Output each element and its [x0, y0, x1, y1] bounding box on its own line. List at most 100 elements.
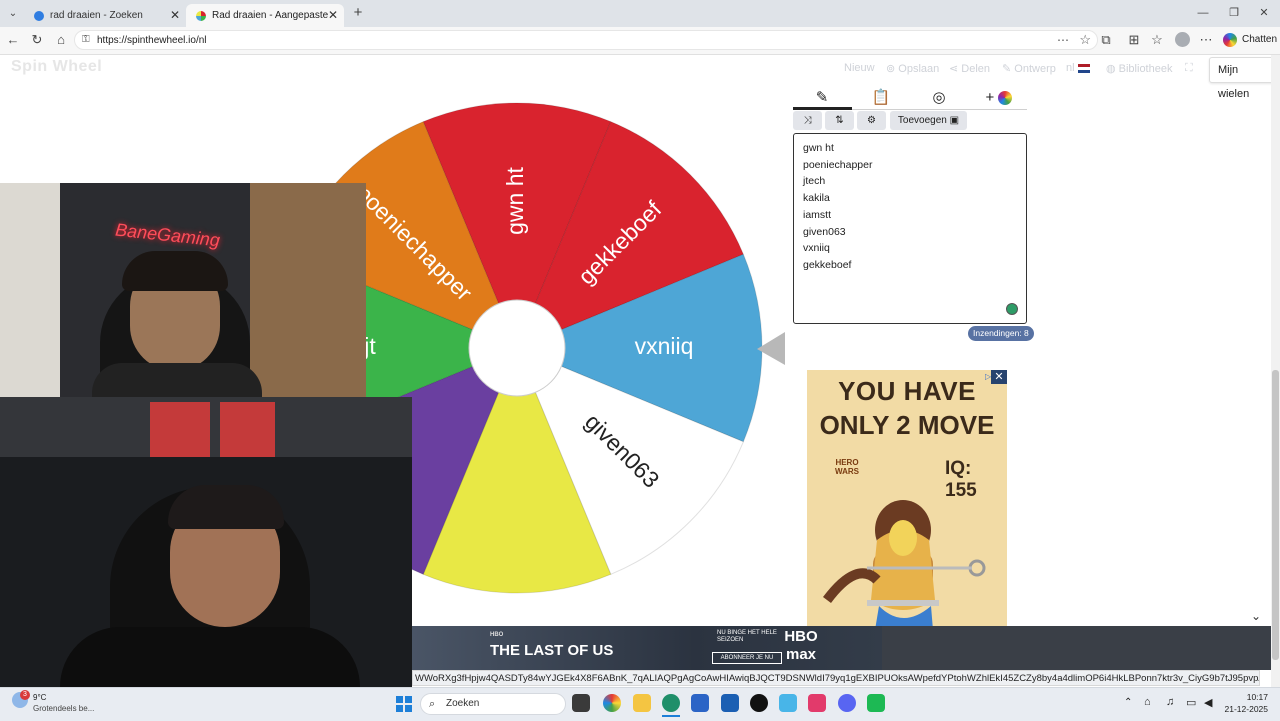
tray-camera-icon[interactable]: ⌂ [1144, 696, 1151, 708]
restore-icon[interactable]: ❐ [1225, 4, 1243, 22]
chat-button[interactable]: Chatten [1242, 34, 1277, 45]
app-green-icon[interactable] [867, 694, 885, 712]
split-screen-icon[interactable]: ⊞ [1125, 31, 1143, 49]
nav-library[interactable]: ◍ Bibliotheek [1106, 62, 1172, 75]
nav-library-label: Bibliotheek [1118, 63, 1173, 75]
new-tab-button[interactable]: + [349, 4, 367, 22]
banner-cta-button[interactable]: ABONNEER JE NU [712, 652, 782, 664]
site-info-icon[interactable]: ⚿ [82, 34, 90, 45]
add-image-button[interactable]: Toevoegen ▣ [890, 111, 967, 130]
twitch-tool-icon[interactable] [808, 694, 826, 712]
site-logo[interactable]: Spin Wheel [11, 58, 102, 76]
hbo-small-logo: HBO [490, 632, 504, 638]
store-icon[interactable] [691, 694, 709, 712]
minimize-icon[interactable]: — [1194, 4, 1212, 22]
nav-share-label: Delen [961, 63, 991, 75]
extensions-icon[interactable]: ⧉ [1097, 31, 1115, 49]
webcam-wall [0, 183, 60, 397]
clock-time[interactable]: 10:17 [1230, 692, 1268, 702]
weather-badge: 3 [20, 690, 30, 700]
close-tab-icon[interactable]: ✕ [328, 8, 338, 22]
settings-gear-icon[interactable]: ⚙ [857, 111, 886, 130]
close-window-icon[interactable]: ✕ [1255, 4, 1273, 22]
taskbar-search[interactable]: ⌕ Zoeken [420, 693, 566, 715]
weather-temp: 9°C [33, 693, 47, 702]
nav-save-label: Opslaan [898, 63, 940, 75]
active-app-indicator [662, 715, 680, 717]
entry-line: iamstt [803, 208, 832, 221]
add-button-label: Toevoegen [897, 115, 947, 126]
edge-browser-icon[interactable] [662, 694, 680, 712]
ad-choices-icon[interactable]: ▷ [985, 372, 991, 381]
nav-design[interactable]: ✎ Ontwerp [1002, 62, 1056, 75]
hbo-banner-ad[interactable]: HBO THE LAST OF US NU BINGE HET HELE SEI… [412, 626, 1280, 670]
entries-textarea[interactable]: gwn ht poeniechapper jtech kakila iamstt… [793, 133, 1027, 324]
copilot-icon[interactable] [1223, 33, 1237, 47]
tab-label: Rad draaien - Aangepaste Picker v [212, 10, 330, 21]
nav-language-label: nl [1066, 62, 1075, 74]
webcam-bottom [0, 397, 412, 687]
fullscreen-icon[interactable]: ⛶ [1185, 62, 1193, 75]
url-text: https://spinthewheel.io/nl [97, 34, 207, 46]
dutch-flag-icon [1077, 63, 1090, 73]
file-explorer-icon[interactable] [633, 694, 651, 712]
nav-save[interactable]: ⊚ Opslaan [886, 62, 939, 75]
banner-promo: NU BINGE HET HELE SEIZOEN [717, 630, 777, 643]
status-url-tooltip: WWoRXg3fHpjw4QASDTy84wYJGEk4X8F6ABnK_7qA… [412, 670, 1260, 686]
weather-desc: Grotendeels be... [33, 704, 95, 713]
grammarly-icon[interactable] [1006, 303, 1018, 315]
scroll-down-chevron-icon[interactable]: ⌄ [1251, 609, 1261, 623]
tab-actions-chevron-icon[interactable]: ⌄ [4, 5, 22, 23]
hero-wars-logo: HERO WARS [835, 458, 859, 476]
refresh-icon[interactable]: ↻ [28, 31, 46, 49]
tray-volume-icon[interactable]: ◀ [1204, 696, 1212, 709]
back-icon[interactable]: ← [4, 31, 22, 49]
close-tab-icon[interactable]: ✕ [170, 8, 180, 22]
outlook-icon[interactable] [721, 694, 739, 712]
red-jersey [220, 402, 275, 457]
discord-icon[interactable] [838, 694, 856, 712]
red-jersey [150, 402, 210, 457]
task-view-icon[interactable] [572, 694, 590, 712]
tab-add-color-icon[interactable]: + [970, 86, 1028, 110]
nav-new[interactable]: Nieuw [844, 62, 875, 74]
color-wheel-icon [998, 91, 1013, 106]
scrollbar-thumb[interactable] [1272, 370, 1279, 660]
image-icon: ▣ [949, 115, 960, 126]
home-icon[interactable]: ⌂ [52, 31, 70, 49]
entry-line: poeniechapper [803, 158, 873, 171]
nav-share[interactable]: ⋖ Delen [949, 62, 990, 75]
entry-line: vxniiq [803, 242, 830, 255]
tab-edit-pencil-icon[interactable]: ✎ [793, 86, 851, 110]
tab-spin-wheel[interactable]: Rad draaien - Aangepaste Picker v ✕ [186, 4, 344, 27]
neon-sign: BaneGaming [114, 219, 221, 251]
tab-label: rad draaien - Zoeken [50, 10, 143, 21]
favorite-star-icon[interactable]: ☆ [1079, 32, 1091, 48]
windows-start-icon[interactable] [396, 696, 412, 712]
tray-mic-icon[interactable]: ♫ [1166, 696, 1174, 708]
obs-icon[interactable] [750, 694, 768, 712]
tray-network-icon[interactable]: ▭ [1186, 696, 1196, 709]
more-menu-icon[interactable]: ⋯ [1197, 31, 1215, 49]
tray-chevron-icon[interactable]: ⌃ [1124, 697, 1132, 708]
sort-button[interactable]: ⇅ [825, 111, 854, 130]
wheel-center-hub[interactable] [468, 299, 566, 397]
shuffle-button[interactable]: ⤨ [793, 111, 822, 130]
favorites-icon[interactable]: ☆ [1148, 31, 1166, 49]
advertisement[interactable]: YOU HAVE ONLY 2 MOVE HERO WARS IQ: 155 [807, 370, 1007, 670]
wheel-favicon-icon [196, 10, 206, 21]
copilot-taskbar-icon[interactable] [603, 694, 621, 712]
my-wheels-button[interactable]: Mijn wielen [1209, 57, 1280, 100]
tab-search[interactable]: rad draaien - Zoeken ✕ [24, 4, 186, 27]
tab-hide-eye-icon[interactable]: ◎ [910, 86, 968, 110]
app-icon[interactable] [779, 694, 797, 712]
address-bar[interactable]: ⚿ https://spinthewheel.io/nl ⋯ ☆ [74, 30, 1098, 50]
tab-results-clipboard-icon[interactable]: 📋 [852, 86, 910, 110]
clock-date[interactable]: 21-12-2025 [1224, 704, 1268, 714]
profile-avatar[interactable] [1175, 32, 1190, 47]
nav-language[interactable]: nl [1066, 62, 1090, 74]
reader-icon[interactable]: ⋯ [1057, 33, 1069, 47]
taskbar-search-placeholder: Zoeken [446, 698, 480, 709]
ad-close-icon[interactable]: ✕ [991, 370, 1007, 384]
streamer-shirt [60, 627, 360, 687]
